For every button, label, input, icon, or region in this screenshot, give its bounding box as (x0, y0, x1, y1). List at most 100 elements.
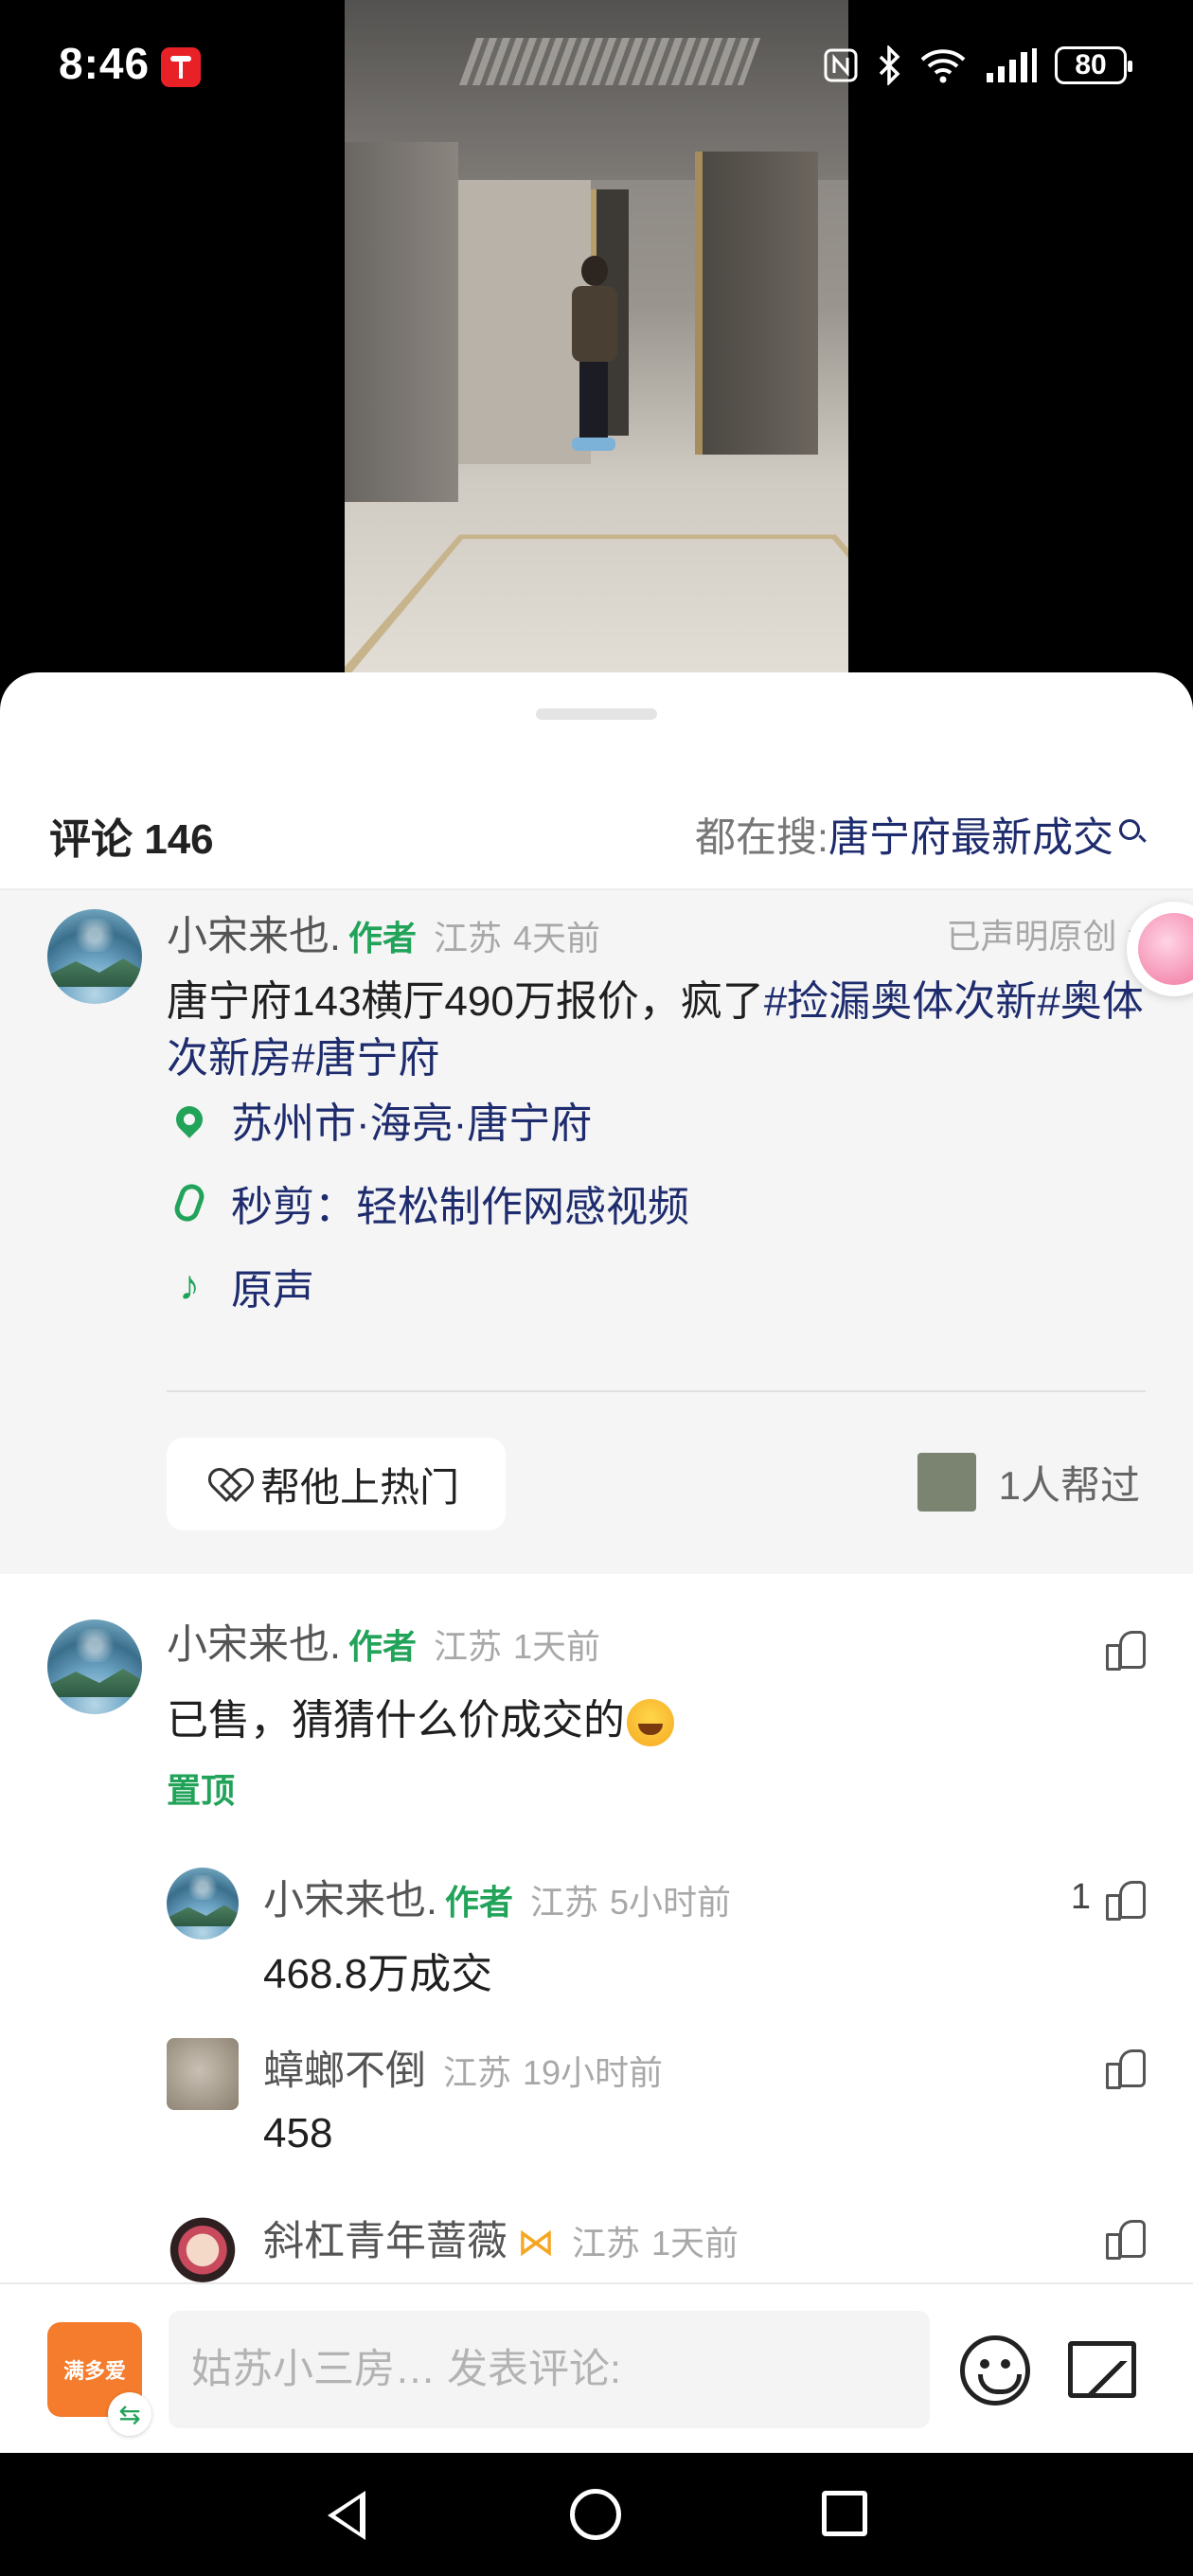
helpers-label: 1人帮过 (998, 1462, 1140, 1508)
comment-sheet: 评论 146 都在搜: 唐宁府最新成交 小宋来也. 作者 江苏 4天前 已声明原… (0, 672, 1193, 2453)
comment-author-tag: 作者 (347, 1627, 417, 1666)
thumb-up-icon (1106, 2048, 1146, 2089)
author-avatar[interactable] (47, 909, 142, 1004)
comment-username[interactable]: 小宋来也. (167, 1612, 341, 1671)
reply-text[interactable]: 458 (263, 2110, 332, 2157)
reply-time: 19小时前 (523, 2053, 664, 2092)
thumb-up-icon (1106, 1629, 1146, 1671)
video-person (572, 256, 619, 451)
reply-username[interactable]: 蟑螂不倒 (263, 2038, 426, 2097)
hashtag-link[interactable]: #捡漏奥体次新# (764, 978, 1060, 1025)
bluetooth-icon (879, 45, 900, 85)
app-logo-text: 满多爱 (62, 2359, 126, 2383)
comment-text-body: 已售，猜猜什么价成交的 (167, 1697, 625, 1744)
boost-label: 帮他上热门 (259, 1464, 459, 1510)
reply-avatar[interactable] (167, 2038, 239, 2110)
home-icon[interactable] (570, 2489, 621, 2540)
map-pin-icon-wrap (170, 1100, 208, 1138)
clip-icon-wrap (170, 1180, 208, 1225)
reply-like-count: 1 (1070, 1877, 1091, 1917)
reply-time: 1天前 (651, 2224, 739, 2263)
laughing-emoji-icon (627, 1699, 674, 1747)
comment-location: 江苏 (433, 1627, 502, 1666)
map-pin-icon (170, 1100, 208, 1138)
pinned-label: 置顶 (167, 1771, 236, 1810)
location-label: 苏州市·海亮·唐宁府 (231, 1100, 593, 1147)
comment-input[interactable] (169, 2311, 930, 2428)
reply-like-button[interactable] (1091, 2048, 1146, 2089)
reply-username[interactable]: 斜杠青年蔷薇 (263, 2209, 507, 2267)
editor-label: 秒剪：轻松制作网感视频 (231, 1184, 689, 1230)
tesla-app-icon (161, 47, 201, 87)
person-shoes (572, 438, 615, 451)
image-icon[interactable] (1068, 2341, 1136, 2398)
reply-author-tag: 作者 (444, 1883, 513, 1922)
comment-header: 评论 146 都在搜: 唐宁府最新成交 (0, 767, 1193, 890)
reply-meta: 小宋来也. 作者 江苏 5小时前 (263, 1868, 731, 1926)
comment-input-bar: 满多爱 ⇆ (0, 2282, 1193, 2453)
music-icon-wrap: ♪ (170, 1265, 208, 1307)
person-head (581, 256, 608, 286)
reply-like-button[interactable]: 1 (1070, 1877, 1146, 1921)
music-label: 原声 (231, 1267, 314, 1314)
reply-avatar[interactable] (167, 2210, 239, 2282)
reply-avatar[interactable] (167, 1868, 239, 1940)
emoji-icon[interactable] (960, 2335, 1030, 2406)
system-nav-bar (0, 2453, 1193, 2576)
video-wall (345, 142, 458, 502)
music-row[interactable]: ♪ 原声 (170, 1256, 314, 1316)
vip-badge-icon: ⋈ (517, 2222, 555, 2263)
post-location: 江苏 (433, 919, 502, 957)
comment-count: 评论 146 (49, 816, 214, 863)
reply-meta: 斜杠青年蔷薇 ⋈ 江苏 1天前 (263, 2209, 739, 2267)
original-claim-link[interactable]: 已声明原创 (947, 909, 1140, 958)
sheet-grab-handle[interactable] (536, 708, 657, 720)
comment-avatar[interactable] (47, 1619, 142, 1714)
status-icons: 80 (822, 45, 1132, 85)
swap-icon[interactable]: ⇆ (108, 2392, 151, 2436)
person-torso (572, 286, 617, 362)
helpers-info[interactable]: 1人帮过 (917, 1453, 1140, 1512)
comment-text[interactable]: 已售，猜猜什么价成交的 (167, 1686, 674, 1747)
post-username[interactable]: 小宋来也. (167, 903, 341, 962)
video-floor (345, 534, 848, 682)
helper-avatar (917, 1453, 976, 1512)
clip-icon (170, 1180, 208, 1225)
trending-search-link[interactable]: 都在搜: 唐宁府最新成交 (695, 805, 1140, 864)
post-title-text: 唐宁府143横厅490万报价，疯了 (167, 978, 764, 1025)
heart-icon (213, 1470, 243, 1498)
status-bar: 8:46 80 (0, 0, 1193, 133)
signal-icon (987, 48, 1037, 82)
video-door-right (695, 152, 818, 455)
music-note-icon: ♪ (179, 1262, 200, 1309)
reply-meta: 蟑螂不倒 江苏 19小时前 (263, 2038, 663, 2097)
reply-location: 江苏 (572, 2224, 641, 2263)
nfc-icon (824, 48, 858, 82)
reply-time: 5小时前 (609, 1883, 732, 1922)
reply-text[interactable]: 468.8万成交 (263, 1940, 492, 2000)
boost-button[interactable]: 帮他上热门 (167, 1438, 506, 1530)
battery-indicator: 80 (1055, 46, 1132, 84)
reply-location: 江苏 (529, 1883, 598, 1922)
trending-query[interactable]: 唐宁府最新成交 (828, 805, 1113, 864)
back-icon[interactable] (328, 2491, 365, 2540)
reply-like-button[interactable] (1091, 2218, 1146, 2260)
video-wall-mid (458, 180, 591, 464)
post-title: 唐宁府143横厅490万报价，疯了#捡漏奥体次新#奥体次新房#唐宁府 (167, 974, 1151, 1087)
editor-row[interactable]: 秒剪：轻松制作网感视频 (170, 1172, 689, 1233)
person-legs (579, 362, 608, 438)
recents-icon[interactable] (822, 2491, 867, 2536)
reply-username[interactable]: 小宋来也. (263, 1868, 437, 1926)
thumb-up-icon (1106, 2218, 1146, 2260)
comment-like-button[interactable] (1091, 1629, 1146, 1671)
post-meta: 小宋来也. 作者 江苏 4天前 (167, 903, 600, 962)
post-divider (167, 1390, 1146, 1392)
trending-prefix: 都在搜: (695, 815, 828, 861)
thumb-up-icon (1106, 1879, 1146, 1921)
location-row[interactable]: 苏州市·海亮·唐宁府 (170, 1089, 592, 1150)
status-time: 8:46 (59, 39, 151, 88)
reply-location: 江苏 (443, 2053, 512, 2092)
wifi-icon (920, 49, 966, 83)
search-icon (1119, 819, 1140, 840)
author-tag: 作者 (347, 919, 417, 957)
